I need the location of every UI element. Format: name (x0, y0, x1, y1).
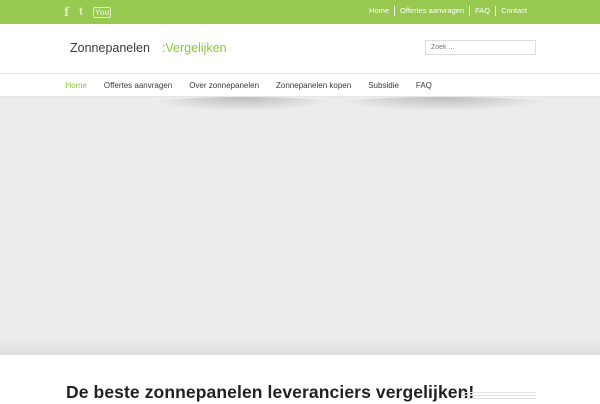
site-logo[interactable]: Zonnepanelen :Vergelijken (70, 39, 227, 57)
youtube-icon[interactable]: You (92, 7, 112, 18)
nav-shadow-left (150, 97, 335, 111)
hero-bottom-gradient (0, 336, 600, 355)
search-input[interactable] (425, 40, 536, 55)
top-link-home[interactable]: Home (364, 6, 394, 16)
nav-item-offertes-aanvragen[interactable]: Offertes aanvragen (95, 75, 180, 97)
hero-slider (0, 97, 600, 355)
top-link-contact[interactable]: Contact (495, 6, 532, 16)
nav-item-subsidie[interactable]: Subsidie (360, 75, 408, 97)
logo-text-zonnepanelen: Zonnepanelen (70, 41, 150, 55)
facebook-icon[interactable]: f (64, 4, 69, 20)
main-nav: Home Offertes aanvragen Over zonnepanele… (0, 75, 600, 97)
nav-item-home[interactable]: Home (57, 75, 95, 97)
heading-divider (462, 392, 536, 399)
top-bar: f t You Home Offertes aanvragen FAQ Cont… (0, 0, 600, 24)
page-heading: De beste zonnepanelen leveranciers verge… (66, 382, 475, 402)
nav-item-over-zonnepanelen[interactable]: Over zonnepanelen (181, 75, 268, 97)
top-link-faq[interactable]: FAQ (469, 6, 495, 16)
nav-list: Home Offertes aanvragen Over zonnepanele… (57, 75, 440, 97)
top-link-offertes[interactable]: Offertes aanvragen (394, 6, 469, 16)
nav-item-faq[interactable]: FAQ (407, 75, 440, 97)
nav-item-zonnepanelen-kopen[interactable]: Zonnepanelen kopen (268, 75, 360, 97)
top-links: Home Offertes aanvragen FAQ Contact (364, 6, 532, 16)
social-links: f t You (64, 4, 112, 20)
twitter-icon[interactable]: t (79, 4, 83, 20)
site-header: Zonnepanelen :Vergelijken (0, 24, 600, 74)
logo-text-vergelijken: :Vergelijken (161, 41, 227, 55)
nav-shadow-right (335, 97, 550, 111)
